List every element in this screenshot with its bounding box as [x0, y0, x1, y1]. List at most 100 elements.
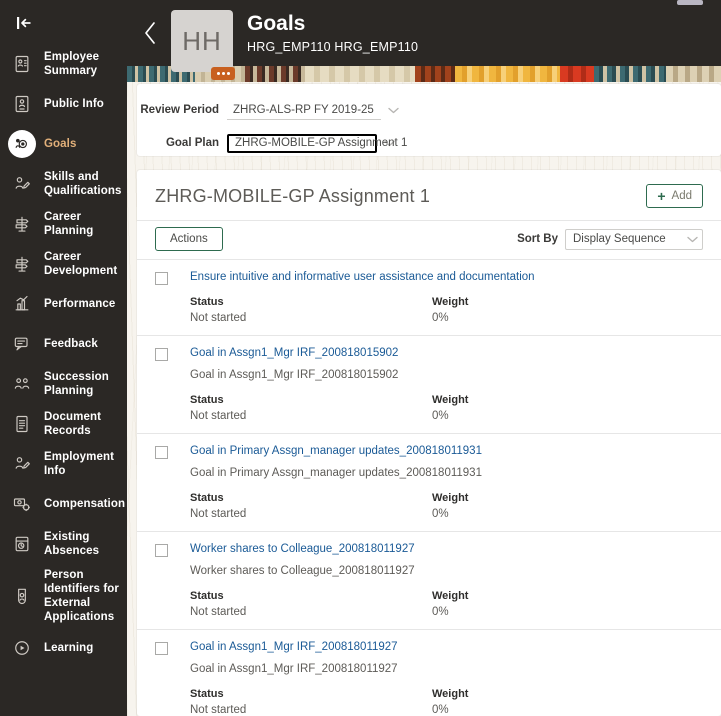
sidebar-item-document-records[interactable]: Document Records — [0, 404, 127, 444]
goal-name-link[interactable]: Goal in Assgn1_Mgr IRF_200818011927 — [190, 640, 703, 654]
sidebar-item-succession-planning[interactable]: Succession Planning — [0, 364, 127, 404]
status-label: Status — [190, 296, 224, 308]
goal-body: Goal in Assgn1_Mgr IRF_200818015902 Goal … — [190, 346, 703, 423]
add-button[interactable]: + Add — [646, 184, 703, 208]
status-value: Not started — [190, 312, 247, 324]
status-label: Status — [190, 394, 224, 406]
sidebar-item-learning[interactable]: Learning — [0, 628, 127, 668]
page-subtitle: HRG_EMP110 HRG_EMP110 — [247, 40, 419, 54]
avatar[interactable]: HH — [171, 10, 233, 72]
goal-name-link[interactable]: Goal in Assgn1_Mgr IRF_200818015902 — [190, 346, 703, 360]
chevron-down-icon[interactable] — [385, 102, 401, 118]
goal-row: Ensure intuitive and informative user as… — [137, 259, 721, 335]
calendar-clock-icon — [8, 530, 36, 558]
person-badge-icon — [8, 582, 36, 610]
sidebar-nav-list: Employee Summary Public Info Goals Skills a… — [0, 44, 127, 668]
skills-pen-icon — [8, 170, 36, 198]
sidebar-item-label: Existing Absences — [44, 531, 100, 557]
goal-plan-select[interactable]: ZHRG-MOBILE-GP Assignment 1 — [227, 133, 407, 153]
goal-select-checkbox[interactable] — [155, 348, 168, 361]
goal-meta-row: Status Not started Weight 0% — [190, 688, 703, 716]
goal-meta-row: Status Not started Weight 0% — [190, 492, 703, 521]
plus-icon: + — [657, 188, 666, 204]
goals-list: Ensure intuitive and informative user as… — [137, 259, 721, 716]
sidebar-item-existing-absences[interactable]: Existing Absences — [0, 524, 127, 564]
goal-meta-row: Status Not started Weight 0% — [190, 296, 703, 325]
id-card-icon — [8, 50, 36, 78]
review-period-select[interactable]: ZHRG-ALS-RP FY 2019-25 — [227, 100, 381, 120]
goal-plan-value: ZHRG-MOBILE-GP Assignment 1 — [235, 137, 408, 149]
page-title: Goals — [247, 12, 306, 35]
goal-meta-row: Status Not started Weight 0% — [190, 394, 703, 423]
goal-body: Goal in Primary Assgn_manager updates_20… — [190, 444, 703, 521]
overflow-dots-icon[interactable] — [211, 67, 235, 80]
goal-status-col: Status Not started — [190, 688, 432, 716]
sidebar-item-label: Document Records — [44, 411, 102, 437]
scrollbar-thumb[interactable] — [677, 0, 703, 5]
add-button-label: Add — [671, 190, 692, 202]
sidebar-item-label: Learning — [44, 642, 94, 654]
goal-select-checkbox[interactable] — [155, 642, 168, 655]
goal-name-link[interactable]: Goal in Primary Assgn_manager updates_20… — [190, 444, 703, 458]
goals-card-header: ZHRG-MOBILE-GP Assignment 1 + Add — [137, 170, 721, 218]
goal-body: Worker shares to Colleague_200818011927 W… — [190, 542, 703, 619]
sidebar-item-career-development[interactable]: Career Development — [0, 244, 127, 284]
sidebar-item-goals[interactable]: Goals — [0, 124, 127, 164]
goal-status-col: Status Not started — [190, 394, 432, 423]
app-root: Employee Summary Public Info Goals Skills a… — [0, 0, 721, 716]
document-icon — [8, 410, 36, 438]
avatar-wrapper: HH — [171, 0, 235, 80]
sidebar-item-label: Goals — [44, 138, 77, 150]
goal-body: Goal in Assgn1_Mgr IRF_200818011927 Goal … — [190, 640, 703, 716]
weight-label: Weight — [432, 492, 469, 504]
goal-plan-title: ZHRG-MOBILE-GP Assignment 1 — [155, 185, 431, 206]
play-circle-icon — [8, 634, 36, 662]
actions-button[interactable]: Actions — [155, 227, 223, 251]
signpost-icon — [8, 250, 36, 278]
sidebar-item-label: Performance — [44, 298, 116, 310]
goal-select-checkbox[interactable] — [155, 446, 168, 459]
collapse-panel-icon[interactable] — [4, 6, 44, 40]
goal-weight-col: Weight 0% — [432, 296, 468, 325]
sidebar-item-employment-info[interactable]: Employment Info — [0, 444, 127, 484]
goals-toolbar: Actions Sort By Display Sequence — [137, 220, 721, 259]
goal-description: Goal in Assgn1_Mgr IRF_200818015902 — [190, 369, 399, 381]
back-chevron-icon[interactable] — [133, 13, 167, 53]
status-label: Status — [190, 688, 224, 700]
goal-select-checkbox[interactable] — [155, 272, 168, 285]
weight-label: Weight — [432, 296, 469, 308]
goal-plan-row: Goal Plan ZHRG-MOBILE-GP Assignment 1 — [137, 129, 721, 157]
banner-title-block: Goals HRG_EMP110 HRG_EMP110 — [247, 12, 418, 54]
goal-name-link[interactable]: Worker shares to Colleague_200818011927 — [190, 542, 703, 556]
sidebar-item-label: Employee Summary — [44, 51, 100, 77]
goal-status-col: Status Not started — [190, 296, 432, 325]
goal-description: Goal in Primary Assgn_manager updates_20… — [190, 467, 482, 479]
filters-card: Review Period ZHRG-ALS-RP FY 2019-25 Goa… — [137, 84, 721, 156]
sidebar-item-feedback[interactable]: Feedback — [0, 324, 127, 364]
chevron-down-icon — [687, 230, 698, 248]
weight-label: Weight — [432, 688, 469, 700]
sidebar: Employee Summary Public Info Goals Skills a… — [0, 0, 127, 716]
sidebar-item-label: Compensation — [44, 498, 126, 510]
sort-by-group: Sort By Display Sequence — [517, 228, 703, 250]
sidebar-item-public-info[interactable]: Public Info — [0, 84, 127, 124]
speech-bubble-icon — [8, 330, 36, 358]
status-value: Not started — [190, 508, 247, 520]
sidebar-item-compensation[interactable]: Compensation — [0, 484, 127, 524]
review-period-value: ZHRG-ALS-RP FY 2019-25 — [233, 103, 374, 116]
sidebar-item-skills-and-qualifications[interactable]: Skills and Qualifications — [0, 164, 127, 204]
sort-by-select[interactable]: Display Sequence — [565, 228, 703, 250]
goal-select-checkbox[interactable] — [155, 544, 168, 557]
signpost-icon — [8, 210, 36, 238]
goal-meta-row: Status Not started Weight 0% — [190, 590, 703, 619]
sidebar-item-career-planning[interactable]: Career Planning — [0, 204, 127, 244]
sort-by-label: Sort By — [517, 233, 558, 245]
bar-chart-icon — [8, 290, 36, 318]
sidebar-item-label: Career Planning — [44, 211, 94, 237]
sidebar-item-label: Feedback — [44, 338, 98, 350]
weight-value: 0% — [432, 508, 449, 520]
goal-name-link[interactable]: Ensure intuitive and informative user as… — [190, 270, 703, 284]
sidebar-item-employee-summary[interactable]: Employee Summary — [0, 44, 127, 84]
sidebar-item-person-identifiers-for-external-applications[interactable]: Person Identifiers for External Applicat… — [0, 564, 127, 628]
sidebar-item-performance[interactable]: Performance — [0, 284, 127, 324]
